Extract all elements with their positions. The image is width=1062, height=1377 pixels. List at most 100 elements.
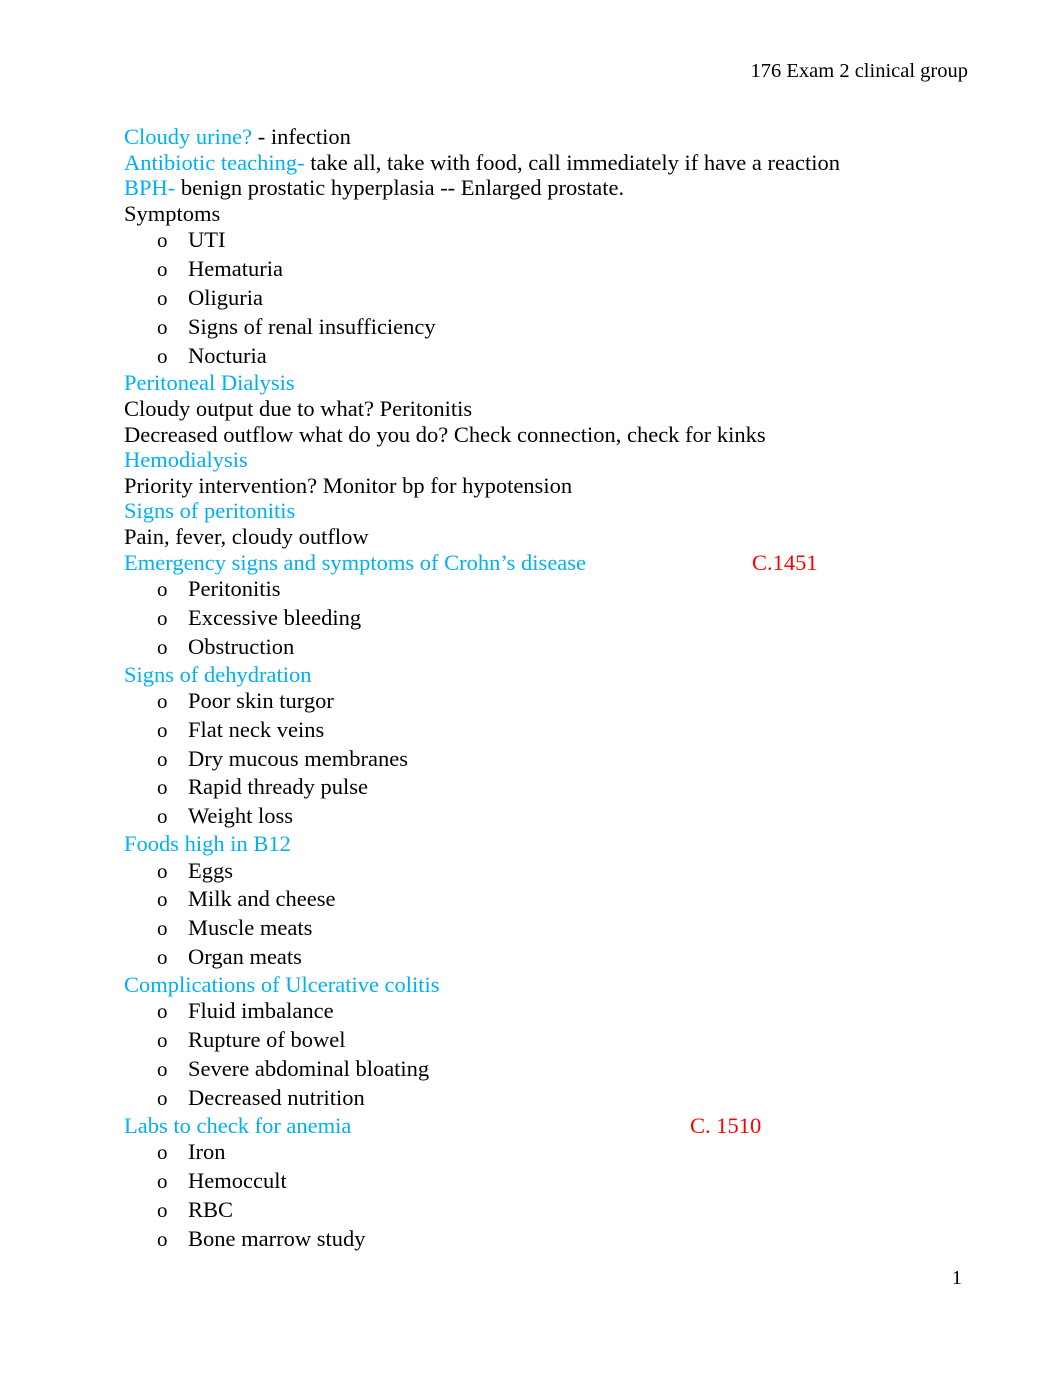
list-item: o Oliguria [124, 284, 1004, 313]
list-item: o Signs of renal insufficiency [124, 313, 1004, 342]
list-item: o Hemoccult [124, 1167, 1004, 1196]
list-item-label: Excessive bleeding [188, 604, 362, 630]
heading-signs-of-dehydration: Signs of dehydration [124, 661, 312, 687]
list-item-label: Weight loss [188, 803, 294, 829]
bullet-marker-icon: o [157, 999, 168, 1024]
list-item: o Rapid thready pulse [124, 773, 1004, 802]
list-item: o Hematuria [124, 255, 1004, 284]
line-antibiotic-teaching: Antibiotic teaching- take all, take with… [124, 150, 1004, 176]
bullet-marker-icon: o [157, 1085, 168, 1110]
list-item: o RBC [124, 1196, 1004, 1225]
bullet-marker-icon: o [157, 804, 168, 829]
list-item: o Iron [124, 1138, 1004, 1167]
line-cloudy-urine: Cloudy urine? - infection [124, 124, 1004, 150]
bullet-marker-icon: o [157, 343, 168, 368]
list-item-label: Fluid imbalance [188, 998, 334, 1024]
list-item-label: Signs of renal insufficiency [188, 313, 436, 339]
list-item-label: RBC [188, 1196, 234, 1222]
label-symptoms: Symptoms [124, 200, 221, 226]
definition-cloudy-urine: - infection [252, 124, 351, 149]
document-header: 176 Exam 2 clinical group [750, 60, 968, 82]
definition-bph: benign prostatic hyperplasia -- Enlarged… [175, 175, 625, 201]
document-page: 176 Exam 2 clinical group Cloudy urine? … [0, 0, 1062, 1377]
list-item-label: Muscle meats [188, 915, 313, 941]
bullet-marker-icon: o [157, 257, 168, 282]
term-antibiotic-teaching: Antibiotic teaching- [124, 149, 305, 175]
list-item-label: Dry mucous membranes [188, 745, 408, 771]
list-item-label: UTI [188, 227, 226, 253]
heading-crohns-emergency: Emergency signs and symptoms of Crohn’s … [124, 549, 587, 575]
heading-labs-for-anemia: Labs to check for anemia [124, 1112, 352, 1138]
bullet-marker-icon: o [157, 1140, 168, 1165]
list-item-label: Bone marrow study [188, 1225, 366, 1251]
text-peritoneal-dialysis-2: Decreased outflow what do you do? Check … [124, 421, 766, 447]
list-item-label: Hematuria [188, 256, 283, 282]
list-item-label: Nocturia [188, 342, 267, 368]
list-item: o Muscle meats [124, 914, 1004, 943]
bullet-marker-icon: o [157, 285, 168, 310]
list-item-label: Rupture of bowel [188, 1027, 346, 1053]
bullet-marker-icon: o [157, 228, 168, 253]
page-reference-crohns: C.1451 [752, 549, 818, 575]
bullet-marker-icon: o [157, 945, 168, 970]
list-item-label: Obstruction [188, 633, 295, 659]
list-item-label: Severe abdominal bloating [188, 1056, 430, 1082]
list-item: o UTI [124, 226, 1004, 255]
list-item: o Weight loss [124, 802, 1004, 831]
heading-ulcerative-colitis-complications: Complications of Ulcerative colitis [124, 971, 440, 997]
text-hemodialysis-1: Priority intervention? Monitor bp for hy… [124, 472, 573, 498]
bullet-marker-icon: o [157, 689, 168, 714]
bullet-marker-icon: o [157, 916, 168, 941]
bullet-marker-icon: o [157, 605, 168, 630]
list-item-label: Flat neck veins [188, 716, 325, 742]
list-item-label: Decreased nutrition [188, 1084, 365, 1110]
text-peritoneal-dialysis-1: Cloudy output due to what? Peritonitis [124, 395, 473, 421]
heading-row-crohns-emergency: Emergency signs and symptoms of Crohn’s … [124, 550, 1004, 576]
bullet-marker-icon: o [157, 1057, 168, 1082]
list-item: o Rupture of bowel [124, 1026, 1004, 1055]
list-item: o Milk and cheese [124, 885, 1004, 914]
list-item: o Nocturia [124, 342, 1004, 371]
bullet-marker-icon: o [157, 775, 168, 800]
page-reference-anemia: C. 1510 [690, 1112, 762, 1138]
page-number: 1 [951, 1267, 962, 1289]
list-item: o Severe abdominal bloating [124, 1055, 1004, 1084]
list-item-label: Milk and cheese [188, 886, 336, 912]
bullet-marker-icon: o [157, 314, 168, 339]
list-item-label: Poor skin turgor [188, 688, 334, 714]
heading-hemodialysis: Hemodialysis [124, 447, 248, 473]
heading-foods-high-in-b12: Foods high in B12 [124, 831, 291, 857]
list-item: o Obstruction [124, 633, 1004, 662]
bullet-marker-icon: o [157, 577, 168, 602]
heading-row-labs-for-anemia: Labs to check for anemia C. 1510 [124, 1113, 1004, 1139]
bullet-marker-icon: o [157, 717, 168, 742]
list-item-label: Oliguria [188, 284, 263, 310]
definition-antibiotic-teaching: take all, take with food, call immediate… [304, 149, 840, 175]
list-item: o Flat neck veins [124, 716, 1004, 745]
list-item: o Peritonitis [124, 575, 1004, 604]
bullet-marker-icon: o [157, 746, 168, 771]
line-bph: BPH- benign prostatic hyperplasia -- Enl… [124, 175, 1004, 201]
list-item: o Bone marrow study [124, 1225, 1004, 1254]
list-item-label: Rapid thready pulse [188, 774, 368, 800]
list-item-label: Iron [188, 1139, 226, 1165]
bullet-marker-icon: o [157, 858, 168, 883]
term-bph: BPH- [124, 175, 176, 201]
bullet-marker-icon: o [157, 1226, 168, 1251]
list-item: o Eggs [124, 857, 1004, 886]
list-item: o Dry mucous membranes [124, 745, 1004, 774]
bullet-marker-icon: o [157, 1169, 168, 1194]
list-item-label: Organ meats [188, 944, 302, 970]
list-item: o Decreased nutrition [124, 1084, 1004, 1113]
list-item: o Poor skin turgor [124, 687, 1004, 716]
list-item-label: Eggs [188, 857, 233, 883]
heading-signs-of-peritonitis: Signs of peritonitis [124, 498, 296, 524]
text-signs-of-peritonitis-1: Pain, fever, cloudy outflow [124, 523, 369, 549]
bullet-marker-icon: o [157, 887, 168, 912]
list-item-label: Hemoccult [188, 1168, 287, 1194]
list-item-label: Peritonitis [188, 576, 281, 602]
list-item: o Organ meats [124, 943, 1004, 972]
bullet-marker-icon: o [157, 1028, 168, 1053]
heading-peritoneal-dialysis: Peritoneal Dialysis [124, 370, 295, 396]
document-body: Cloudy urine? - infection Antibiotic tea… [124, 124, 1004, 1253]
